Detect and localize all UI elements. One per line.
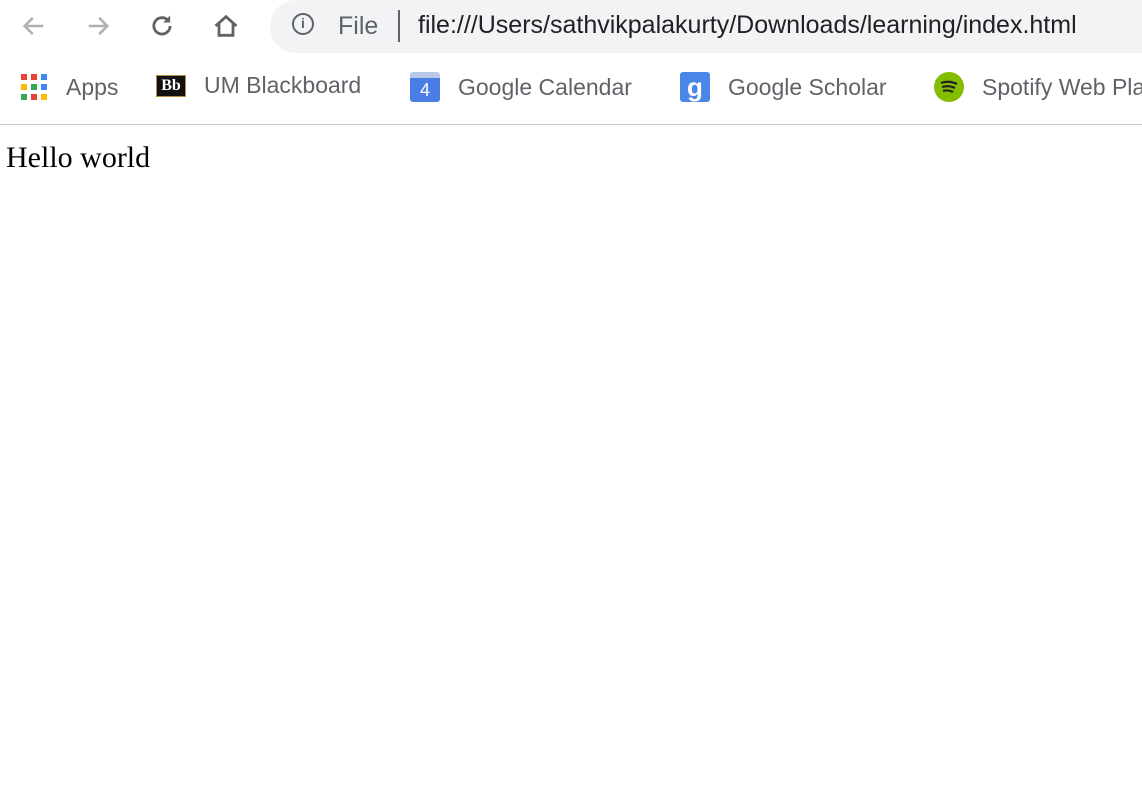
address-bar[interactable]: i File file:///Users/sathvikpalakurty/Do… [270, 0, 1142, 53]
home-icon [214, 14, 238, 37]
home-button[interactable] [210, 10, 242, 42]
bookmark-label: Spotify Web Player [982, 73, 1142, 100]
bookmark-label: UM Blackboard [204, 72, 362, 98]
bookmark-apps[interactable]: Apps [20, 72, 118, 102]
page-content: Hello world [0, 125, 1142, 191]
bookmark-label: Google Calendar [458, 73, 632, 100]
calendar-icon: 4 [410, 72, 440, 102]
back-button[interactable] [18, 10, 50, 42]
bookmark-spotify[interactable]: Spotify Web Player [934, 72, 1142, 102]
forward-button[interactable] [82, 10, 114, 42]
scholar-icon: g [680, 72, 710, 102]
spotify-icon [934, 72, 964, 102]
reload-icon [152, 15, 172, 36]
arrow-right-icon [88, 16, 110, 36]
bookmarks-bar: Apps Bb UM Blackboard 4 Google Calendar … [0, 54, 1142, 125]
info-icon[interactable]: i [292, 13, 314, 35]
url-text[interactable]: file:///Users/sathvikpalakurty/Downloads… [418, 11, 1077, 40]
divider [398, 10, 400, 42]
bookmark-um-blackboard[interactable]: Bb UM Blackboard [156, 72, 361, 99]
reload-button[interactable] [146, 10, 178, 42]
site-label: File [338, 12, 379, 40]
apps-grid-icon [20, 72, 48, 102]
hello-text: Hello world [6, 141, 151, 174]
browser-toolbar: i File file:///Users/sathvikpalakurty/Do… [0, 0, 1142, 54]
bookmark-google-calendar[interactable]: 4 Google Calendar [410, 72, 632, 102]
bookmark-google-scholar[interactable]: g Google Scholar [680, 72, 887, 102]
blackboard-icon: Bb [156, 74, 186, 97]
arrow-left-icon [22, 16, 44, 36]
bookmark-label: Apps [66, 73, 119, 100]
bookmark-label: Google Scholar [728, 73, 887, 100]
